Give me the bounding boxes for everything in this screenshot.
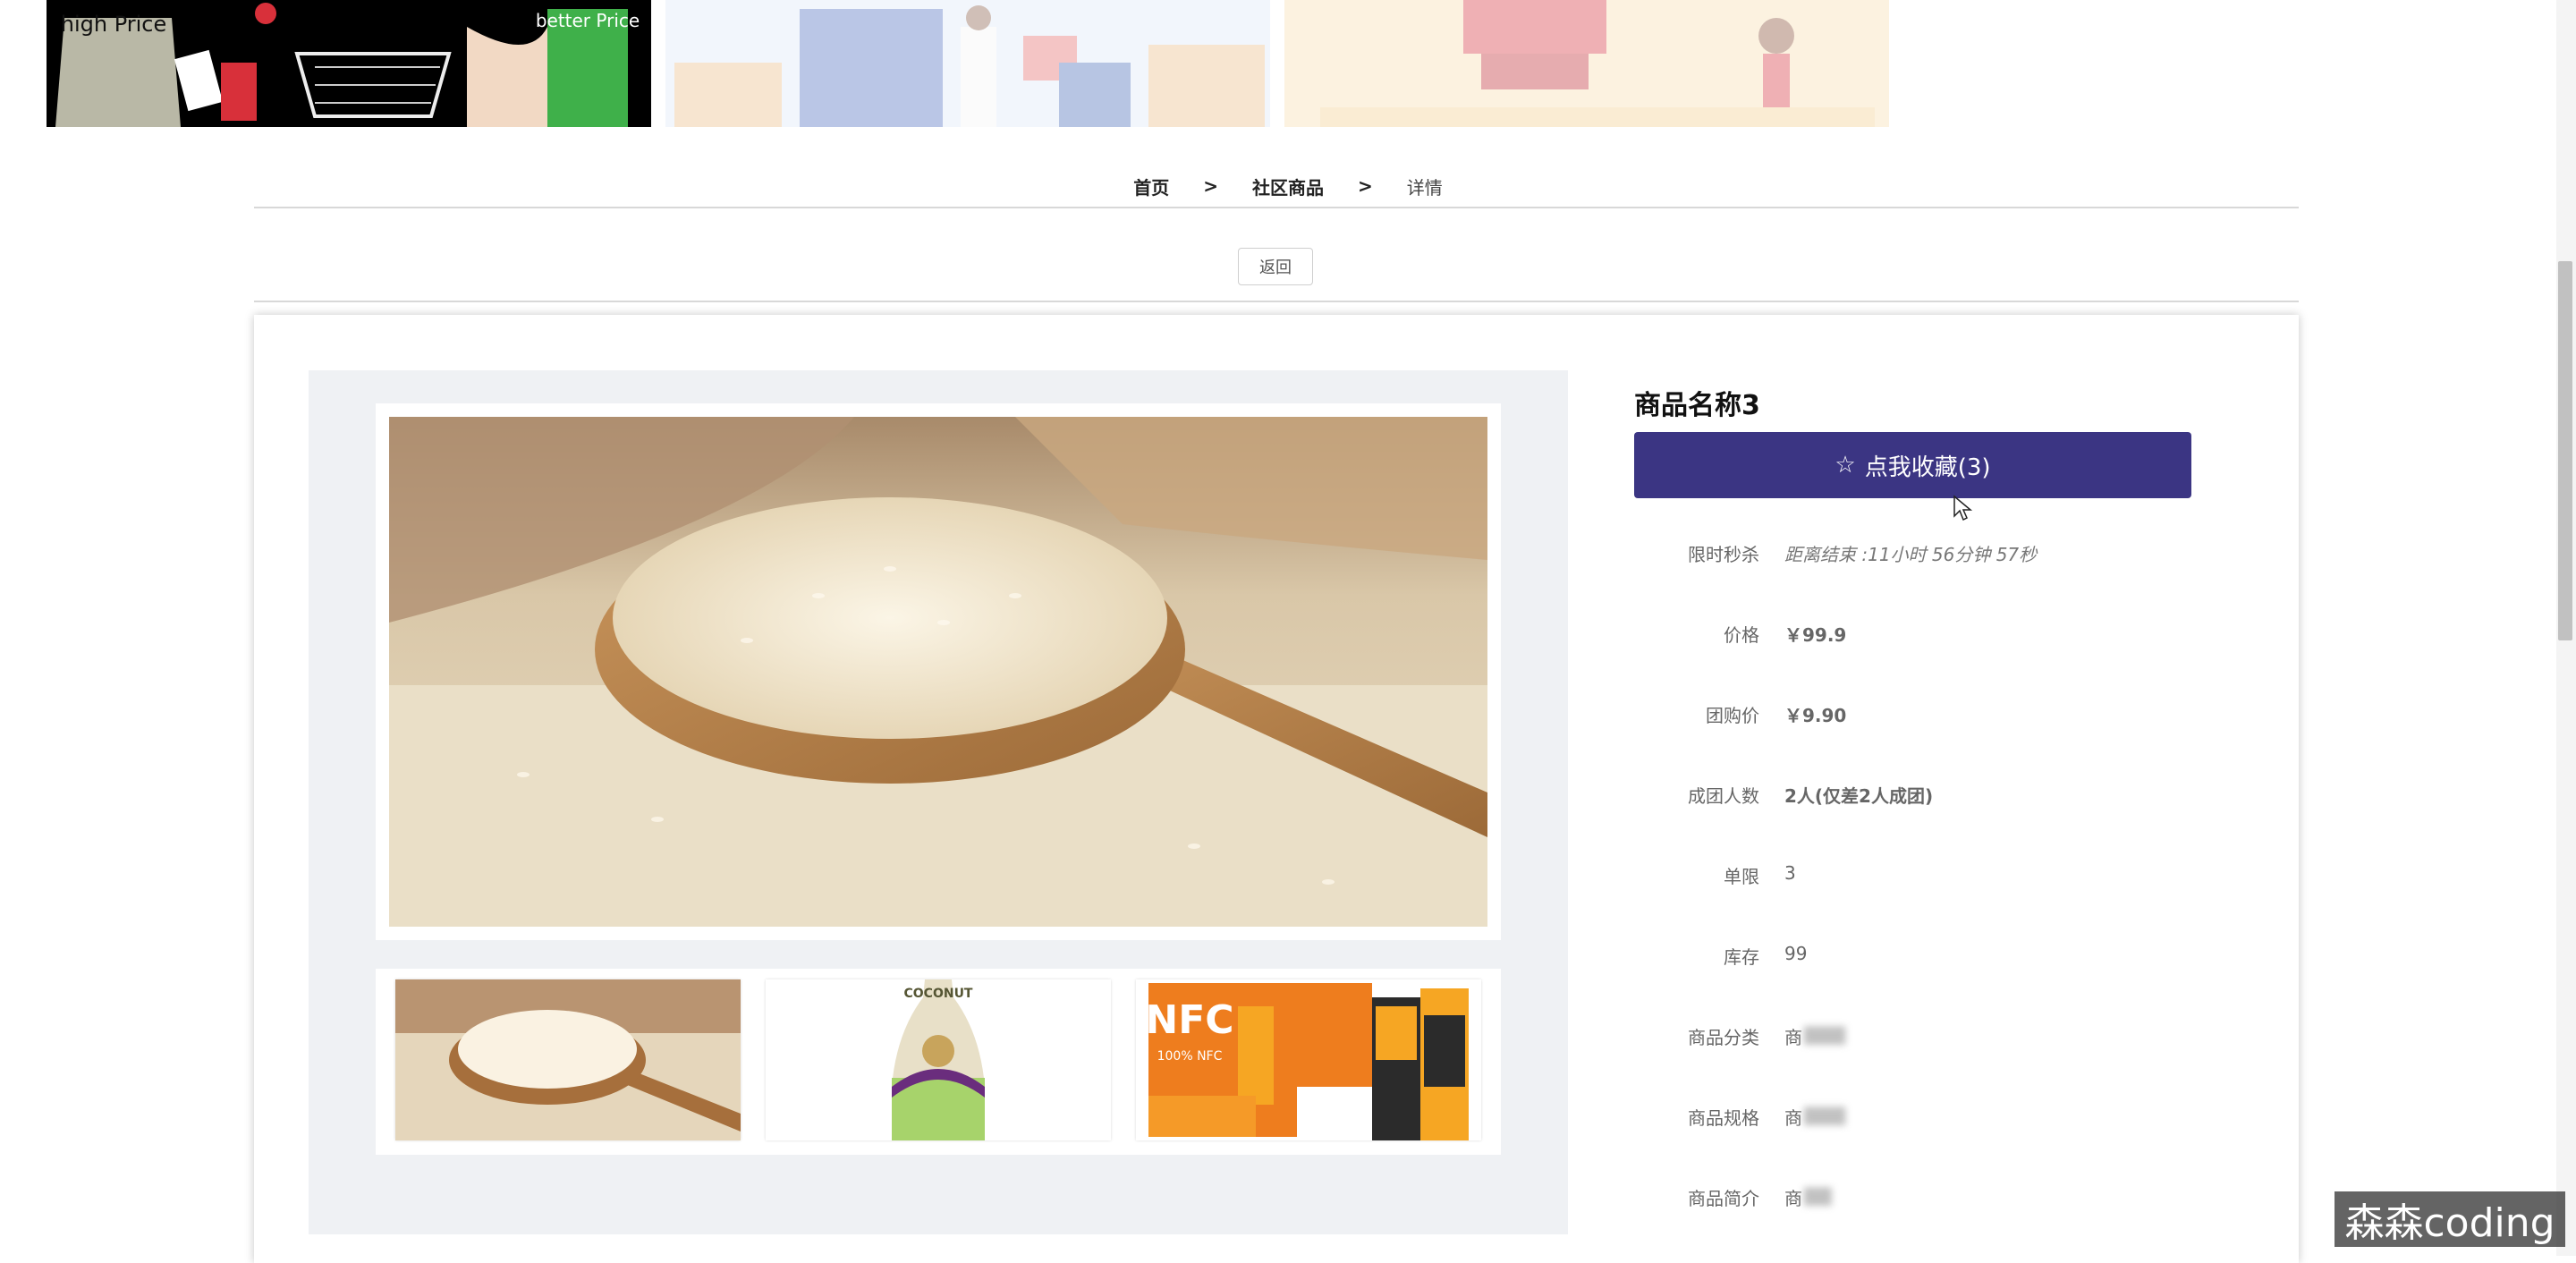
favorite-button-label: 点我收藏(3) (1864, 453, 1991, 481)
thumbnail-nfc-juice[interactable]: NFC 100% NFC (1136, 979, 1481, 1140)
nfc-label: NFC (1145, 997, 1233, 1043)
bag-right-text: better Price (536, 10, 640, 31)
watermark: 森森coding (2334, 1191, 2565, 1247)
back-button[interactable]: 返回 (1238, 248, 1313, 285)
banner-gift-image (1284, 0, 1889, 127)
group-price-label: 团购价 (1706, 705, 1759, 726)
banner-logistics-image (665, 0, 1270, 127)
category-value: 商 (1784, 1027, 1802, 1048)
group-price-row: 团购价 ￥9.90 (1634, 701, 2260, 737)
flash-sale-row: 限时秒杀 距离结束 :11小时 56分钟 57秒 (1634, 540, 2260, 576)
main-product-image (389, 417, 1487, 927)
group-size-row: 成团人数 2人(仅差2人成团) (1634, 782, 2260, 818)
breadcrumb-separator: > (1203, 175, 1218, 197)
spec-value-blurred: ▇▇▇ (1804, 1104, 1846, 1125)
spec-row: 商品规格 商 ▇▇▇ (1634, 1104, 2260, 1140)
category-label: 商品分类 (1688, 1027, 1759, 1048)
mouse-cursor-icon (1953, 495, 1973, 521)
spec-label: 商品规格 (1688, 1107, 1759, 1129)
group-size-value: 2人(仅差2人成团) (1784, 785, 1934, 807)
breadcrumb-home[interactable]: 首页 (1133, 174, 1169, 199)
banner-shopping-image: high Price better Price (47, 0, 651, 127)
favorite-button[interactable]: ☆ 点我收藏(3) (1634, 432, 2191, 498)
intro-value-blurred: ▇▇ (1804, 1184, 1832, 1206)
nfc-sub-label: 100% NFC (1157, 1049, 1223, 1064)
thumbnail-coconut-drink[interactable]: COCONUT (766, 979, 1111, 1140)
product-name: 商品名称3 (1634, 390, 1760, 421)
purchase-limit-row: 单限 3 (1634, 862, 2260, 898)
stock-row: 库存 99 (1634, 943, 2260, 979)
banner-logistics[interactable] (665, 0, 1270, 127)
coconut-label: COCONUT (904, 987, 973, 1001)
stock-value: 99 (1784, 943, 1808, 964)
purchase-limit-label: 单限 (1724, 866, 1759, 887)
group-price-value: ￥9.90 (1784, 705, 1847, 726)
star-outline-icon: ☆ (1835, 452, 1856, 479)
intro-value: 商 (1784, 1188, 1802, 1209)
price-value: ￥99.9 (1784, 624, 1847, 646)
breadcrumb-community-products[interactable]: 社区商品 (1252, 174, 1324, 199)
purchase-limit-value: 3 (1784, 862, 1796, 884)
banner-carousel[interactable]: high Price better Price (0, 0, 2576, 129)
spec-value: 商 (1784, 1107, 1802, 1129)
intro-row: 商品简介 商 ▇▇ (1634, 1184, 2260, 1220)
category-row: 商品分类 商 ▇▇▇ (1634, 1023, 2260, 1059)
banner-gift[interactable] (1284, 0, 1889, 127)
divider (254, 301, 2299, 302)
scrollbar-thumb[interactable] (2558, 261, 2572, 640)
divider (254, 207, 2299, 208)
intro-label: 商品简介 (1688, 1188, 1759, 1209)
breadcrumb: 首页 > 社区商品 > 详情 (0, 168, 2576, 204)
price-row: 价格 ￥99.9 (1634, 621, 2260, 657)
price-label: 价格 (1724, 624, 1759, 646)
flash-sale-label: 限时秒杀 (1688, 544, 1759, 565)
banner-shopping[interactable]: high Price better Price (47, 0, 651, 127)
bag-left-text: high Price (61, 12, 167, 37)
group-size-label: 成团人数 (1688, 785, 1759, 807)
stock-label: 库存 (1724, 946, 1759, 968)
category-value-blurred: ▇▇▇ (1804, 1023, 1846, 1045)
breadcrumb-current: 详情 (1406, 176, 1443, 199)
thumbnail-rice[interactable] (395, 979, 741, 1140)
flash-sale-countdown: 距离结束 :11小时 56分钟 57秒 (1784, 544, 2038, 565)
breadcrumb-separator: > (1358, 175, 1373, 197)
